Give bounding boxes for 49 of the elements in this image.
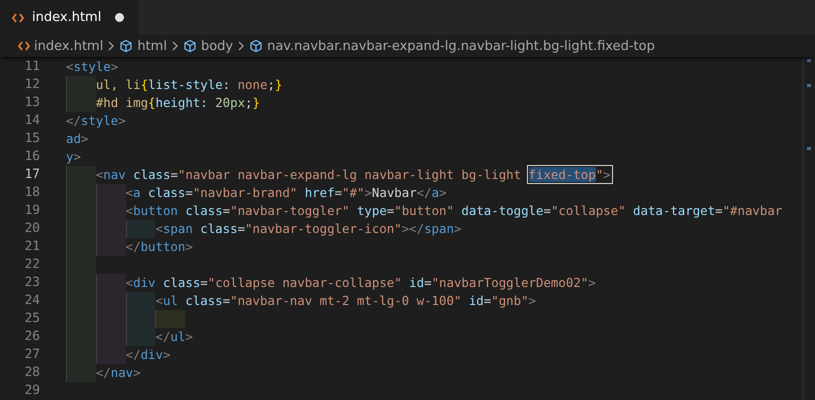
code-line: y>: [66, 148, 81, 166]
code-line: <span class="navbar-toggler-icon"></span>: [155, 220, 462, 238]
code-line: <nav class="navbar navbar-expand-lg navbar-light bg-light fixed-top">: [96, 166, 611, 184]
line-number: 16: [24, 148, 40, 166]
code-file-icon: [12, 12, 24, 22]
code-line: </div>: [126, 346, 170, 364]
breadcrumb-item[interactable]: body: [182, 38, 234, 54]
code-line: <ul class="navbar-nav mt-2 mt-lg-0 w-100" id="gnb">: [155, 292, 536, 310]
line-number: 23: [24, 274, 40, 292]
line-number: 22: [24, 256, 40, 274]
line-number: 12: [24, 76, 40, 94]
line-number: 13: [24, 94, 40, 112]
line-number: 21: [24, 238, 40, 256]
line-number: 14: [24, 112, 40, 130]
chevron-icon: [170, 41, 179, 51]
code-line: <div class="collapse navbar-collapse" id="navbarTogglerDemo02">: [126, 274, 596, 292]
line-number: 18: [24, 184, 40, 202]
line-number: 24: [24, 292, 40, 310]
line-number: 25: [24, 310, 40, 328]
code-line: <style>: [66, 58, 118, 76]
code-line: ul, li{list-style: none;}: [96, 76, 282, 94]
line-number: 27: [24, 346, 40, 364]
line-number: 28: [24, 364, 40, 382]
breadcrumb-item[interactable]: nav.navbar.navbar-expand-lg.navbar-light.bg-light.fixed-top: [249, 38, 655, 54]
code-line: <a class="navbar-brand" href="#">Navbar</a>: [126, 184, 447, 202]
line-number: 11: [24, 58, 40, 76]
line-number: 20: [24, 220, 40, 238]
chevron-icon: [107, 41, 116, 51]
editor-tab[interactable]: index.html: [0, 0, 138, 35]
line-number: 29: [24, 382, 40, 400]
line-number: 15: [24, 130, 40, 148]
code-line: #hd img{height: 20px;}: [96, 94, 260, 112]
code-line: </nav>: [96, 364, 141, 382]
code-line: <button class="navbar-toggler" type="button" data-toggle="collapse" data-target="#navbar: [126, 202, 782, 220]
line-number: 19: [24, 202, 40, 220]
line-number: 26: [24, 328, 40, 346]
breadcrumb-item[interactable]: html: [119, 38, 167, 54]
code-file-icon: [18, 41, 30, 51]
chevron-icon: [237, 41, 246, 51]
code-line: ad>: [66, 130, 88, 148]
code-line: </button>: [126, 238, 193, 256]
tab-label: index.html: [32, 10, 102, 25]
cube-icon: [119, 39, 134, 53]
cube-icon: [182, 39, 197, 53]
line-number: 17: [24, 166, 40, 184]
code-line: </ul>: [155, 328, 193, 346]
cube-icon: [249, 39, 264, 53]
breadcrumb-item[interactable]: index.html: [18, 38, 104, 54]
code-line: </style>: [66, 112, 126, 130]
